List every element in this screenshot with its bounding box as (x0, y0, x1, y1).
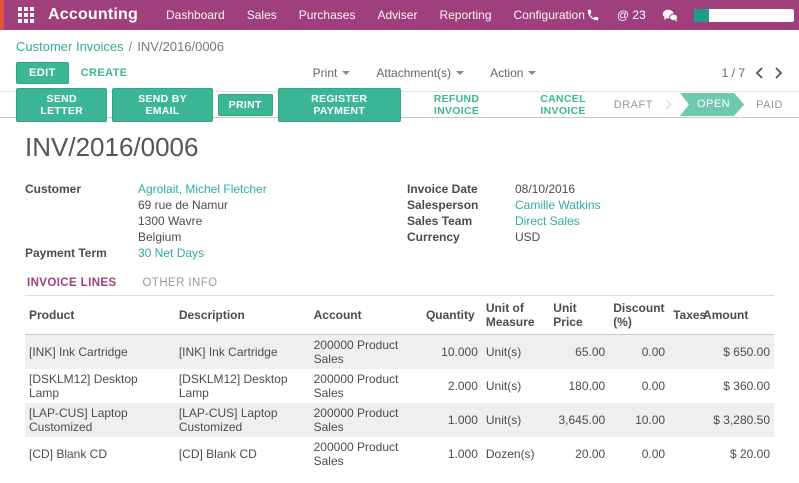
refund-invoice-button[interactable]: REFUND INVOICE (406, 89, 508, 121)
sales-team-link[interactable]: Direct Sales (515, 213, 774, 229)
col-unit-of-measure: Unit of Measure (482, 296, 549, 335)
navbar-systray: @ 23 Administrator (585, 7, 799, 24)
edit-button[interactable]: EDIT (16, 62, 69, 84)
state-draft[interactable]: DRAFT (614, 99, 653, 111)
col-discount: Discount (%) (609, 296, 669, 335)
table-row[interactable]: [INK] Ink Cartridge[INK] Ink Cartridge 2… (25, 335, 774, 370)
chevron-down-icon (456, 71, 464, 75)
invoice-number-title: INV/2016/0006 (25, 132, 774, 163)
currency-value: USD (515, 229, 774, 245)
customer-link[interactable]: Agrolait, Michel Fletcher (138, 181, 407, 197)
attachments-dropdown[interactable]: Attachment(s) (376, 66, 464, 80)
col-unit-price: Unit Price (549, 296, 609, 335)
control-dropdowns: Print Attachment(s) Action (127, 66, 721, 80)
nav-menu-sales[interactable]: Sales (247, 8, 277, 22)
main-menu: Dashboard Sales Purchases Adviser Report… (166, 8, 585, 22)
action-dropdown[interactable]: Action (490, 66, 536, 80)
create-button[interactable]: CREATE (81, 67, 128, 79)
pager-previous-button[interactable] (755, 67, 764, 79)
print-dropdown[interactable]: Print (313, 66, 351, 80)
customer-label: Customer (25, 181, 130, 197)
print-button[interactable]: PRINT (218, 94, 273, 116)
statusbar: SEND LETTER SEND BY EMAIL PRINT REGISTER… (0, 91, 799, 118)
at-icon: @ (617, 8, 629, 22)
left-edge-strip (0, 0, 4, 30)
status-pipeline: DRAFT OPEN PAID (614, 93, 783, 116)
fields-right-column: Invoice Date 08/10/2016 Salesperson Cami… (407, 181, 774, 261)
fields-left-column: Customer Agrolait, Michel Fletcher 69 ru… (25, 181, 407, 261)
chevron-down-icon (342, 71, 350, 75)
control-panel: EDIT CREATE Print Attachment(s) Action 1… (0, 56, 799, 91)
customer-address-line: Belgium (138, 229, 407, 245)
breadcrumb-current: INV/2016/0006 (137, 39, 224, 54)
col-amount: Amount (699, 296, 774, 335)
col-taxes: Taxes (669, 296, 699, 335)
currency-label: Currency (407, 229, 507, 245)
send-letter-button[interactable]: SEND LETTER (16, 88, 107, 122)
nav-menu-dashboard[interactable]: Dashboard (166, 8, 225, 22)
table-row[interactable]: [CD] Blank CD[CD] Blank CD 200000 Produc… (25, 437, 774, 471)
chat-bubbles-icon[interactable] (662, 7, 678, 23)
cancel-invoice-button[interactable]: CANCEL INVOICE (512, 89, 613, 121)
col-quantity: Quantity (422, 296, 482, 335)
breadcrumb-parent-link[interactable]: Customer Invoices (16, 39, 124, 54)
state-paid[interactable]: PAID (756, 99, 783, 111)
send-by-email-button[interactable]: SEND BY EMAIL (112, 88, 212, 122)
col-account: Account (310, 296, 422, 335)
invoice-date-value: 08/10/2016 (515, 181, 774, 197)
state-open-active[interactable]: OPEN (680, 93, 744, 116)
record-pager: 1 / 7 (722, 66, 783, 80)
tab-other-info[interactable]: OTHER INFO (143, 277, 218, 289)
phone-icon[interactable] (585, 7, 601, 23)
breadcrumb-separator: / (129, 39, 133, 54)
table-header-row: Product Description Account Quantity Uni… (25, 296, 774, 335)
payment-term-label: Payment Term (25, 245, 130, 261)
app-brand[interactable]: Accounting (48, 6, 138, 24)
invoice-fields: Customer Agrolait, Michel Fletcher 69 ru… (25, 181, 774, 261)
invoice-date-label: Invoice Date (407, 181, 507, 197)
apps-grid-icon[interactable] (18, 7, 34, 23)
invoice-sheet: INV/2016/0006 Customer Agrolait, Michel … (0, 118, 799, 483)
chevron-down-icon (528, 71, 536, 75)
activities-counter[interactable]: @ 23 (617, 8, 646, 22)
planner-progress-bar[interactable] (694, 9, 794, 22)
register-payment-button[interactable]: REGISTER PAYMENT (278, 88, 401, 122)
breadcrumb: Customer Invoices / INV/2016/0006 (0, 30, 799, 56)
salesperson-link[interactable]: Camille Watkins (515, 197, 774, 213)
tab-invoice-lines[interactable]: INVOICE LINES (27, 277, 117, 289)
table-row[interactable]: [DSKLM12] Desktop Lamp[DSKLM12] Desktop … (25, 369, 774, 403)
top-navbar: Accounting Dashboard Sales Purchases Adv… (0, 0, 799, 30)
salesperson-label: Salesperson (407, 197, 507, 213)
invoice-lines-table: Product Description Account Quantity Uni… (25, 296, 774, 471)
nav-menu-adviser[interactable]: Adviser (377, 8, 417, 22)
payment-term-link[interactable]: 30 Net Days (138, 245, 407, 261)
statusbar-buttons: SEND LETTER SEND BY EMAIL PRINT REGISTER… (16, 88, 614, 122)
table-row[interactable]: [LAP-CUS] Laptop Customized[LAP-CUS] Lap… (25, 403, 774, 437)
chevron-right-icon (662, 100, 672, 110)
nav-menu-purchases[interactable]: Purchases (299, 8, 356, 22)
pager-counter: 1 / 7 (722, 66, 745, 80)
col-description: Description (175, 296, 310, 335)
col-product: Product (25, 296, 175, 335)
nav-menu-configuration[interactable]: Configuration (514, 8, 585, 22)
activities-count-badge: 23 (632, 8, 645, 22)
pager-next-button[interactable] (774, 67, 783, 79)
customer-address-line: 69 rue de Namur (138, 197, 407, 213)
nav-menu-reporting[interactable]: Reporting (439, 8, 491, 22)
planner-progress-fill (694, 9, 709, 22)
notebook-tabs: INVOICE LINES OTHER INFO (25, 277, 774, 296)
customer-address-line: 1300 Wavre (138, 213, 407, 229)
sales-team-label: Sales Team (407, 213, 507, 229)
